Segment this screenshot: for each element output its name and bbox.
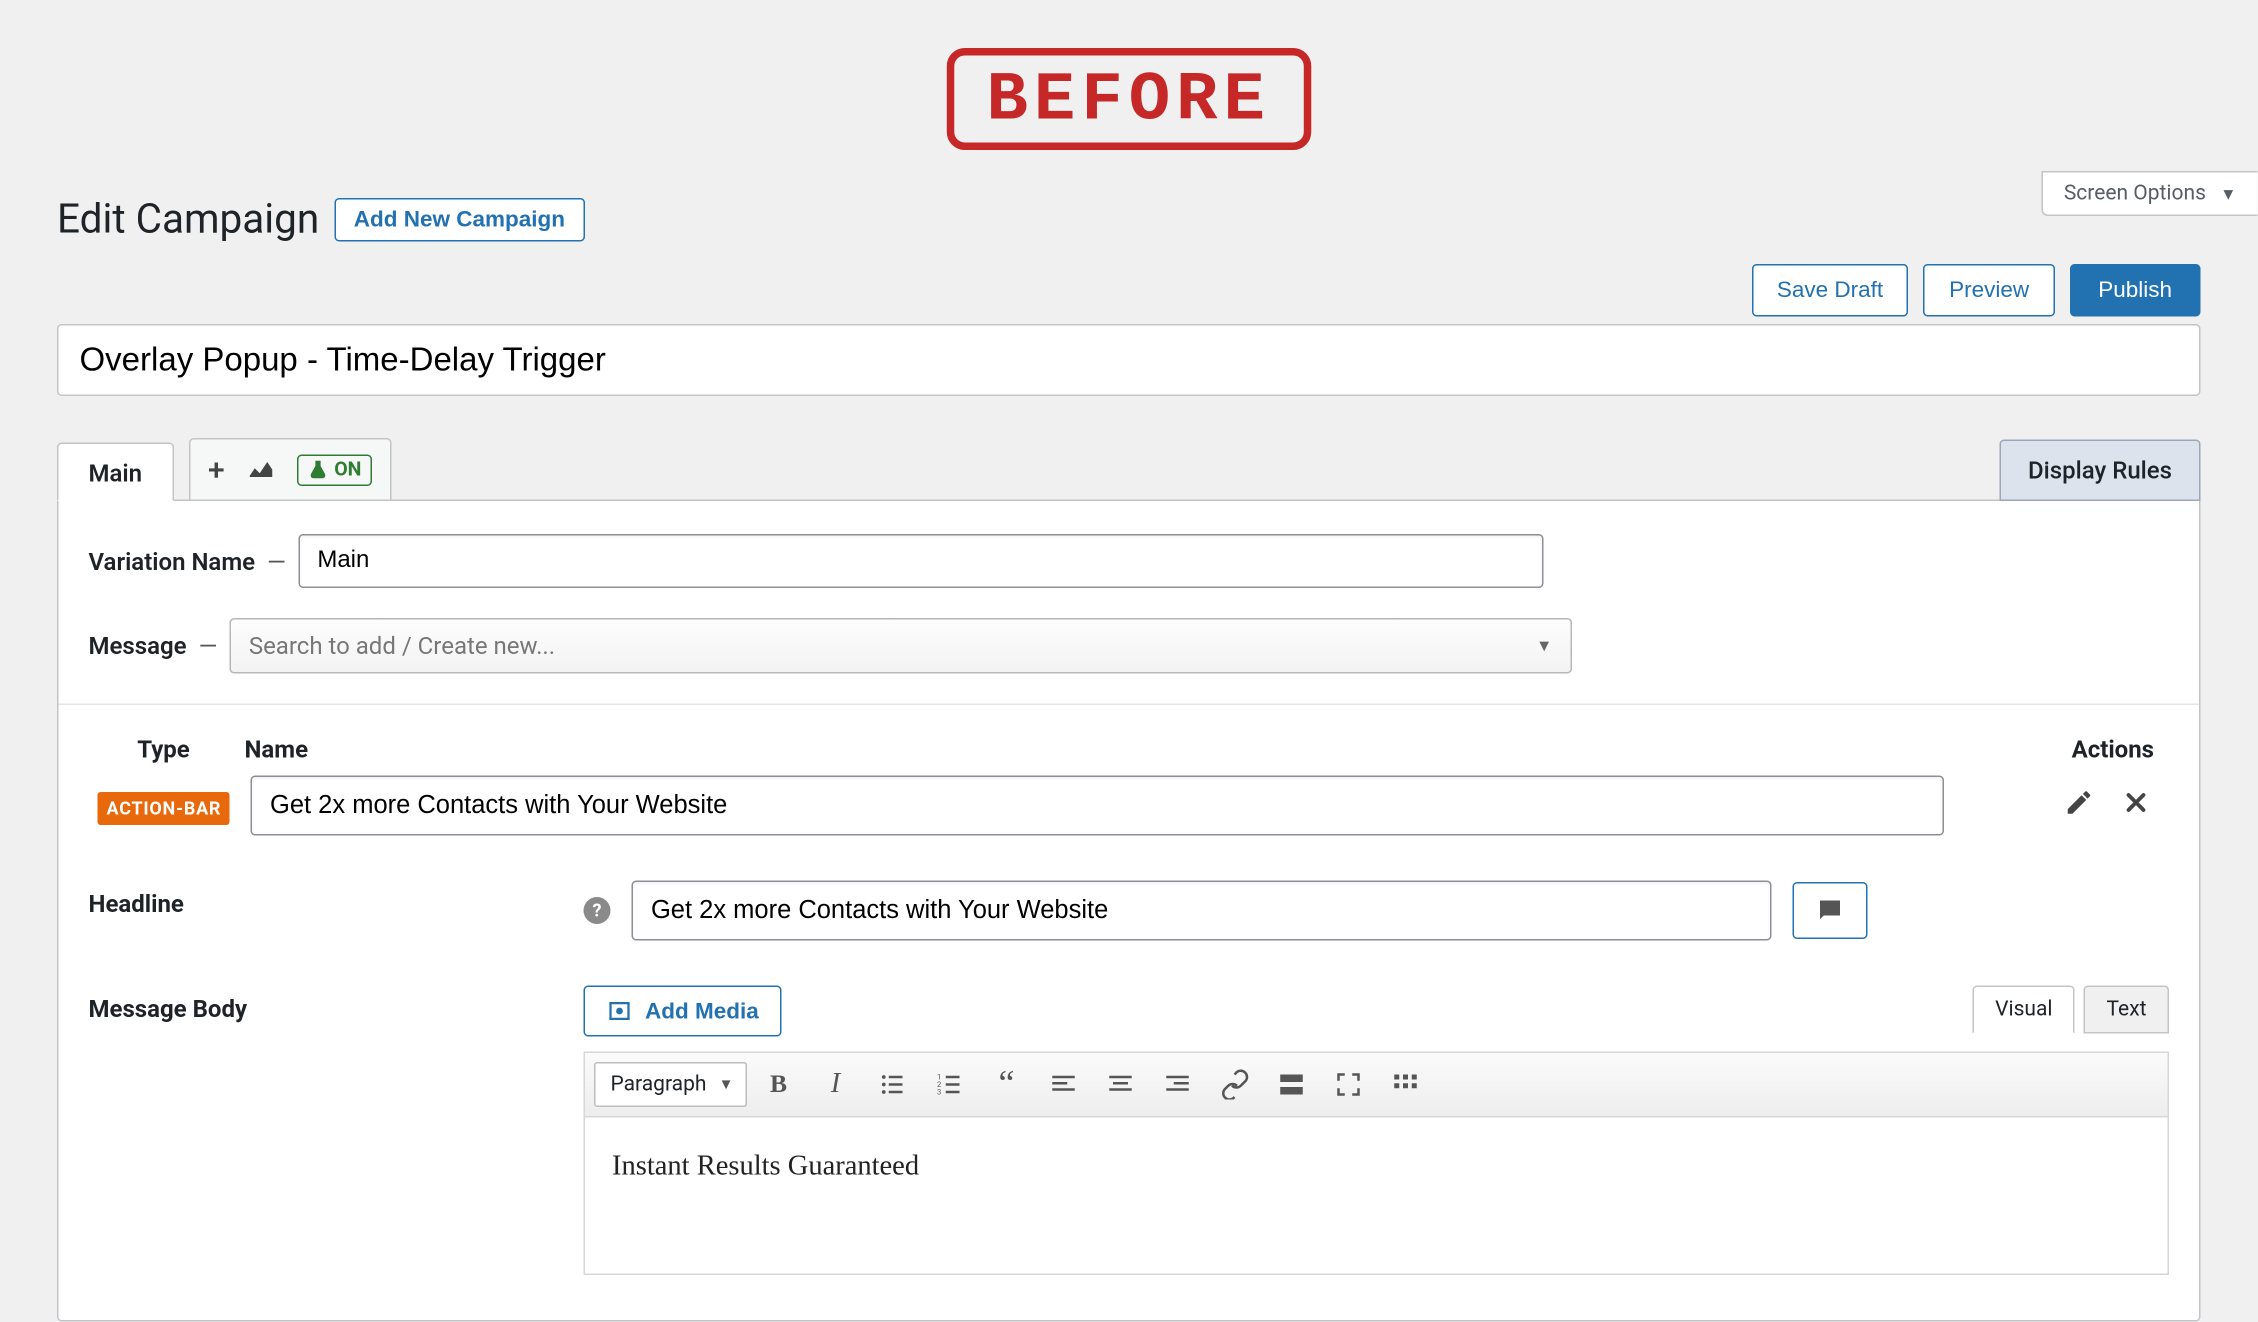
page-title: Edit Campaign	[57, 195, 319, 243]
table-row: ACTION-BAR	[89, 776, 2170, 836]
stats-icon	[246, 455, 276, 485]
campaign-title-input[interactable]	[57, 324, 2201, 396]
name-column-header: Name	[239, 735, 2005, 764]
save-draft-button[interactable]: Save Draft	[1751, 264, 1908, 317]
screen-options-toggle[interactable]: Screen Options ▼	[2041, 171, 2257, 216]
read-more-icon[interactable]	[1266, 1059, 1317, 1110]
tab-main[interactable]: Main	[57, 443, 174, 502]
add-media-button[interactable]: Add Media	[584, 986, 782, 1037]
type-badge: ACTION-BAR	[98, 791, 231, 824]
variation-name-input[interactable]	[298, 534, 1543, 588]
close-icon[interactable]	[2121, 787, 2151, 825]
help-icon[interactable]: ?	[584, 897, 611, 924]
divider	[59, 704, 2200, 706]
editor-tab-text[interactable]: Text	[2084, 986, 2169, 1034]
headline-input[interactable]	[631, 881, 1771, 941]
tab-display-rules[interactable]: Display Rules	[2000, 440, 2201, 502]
plus-icon: +	[208, 452, 225, 488]
chevron-down-icon: ▼	[1536, 636, 1552, 656]
bold-icon[interactable]: B	[753, 1059, 804, 1110]
ab-on-label: ON	[334, 458, 361, 481]
screen-options-label: Screen Options	[2064, 182, 2206, 206]
message-label: Message	[89, 632, 187, 661]
format-label: Paragraph	[611, 1073, 707, 1097]
chevron-down-icon: ▼	[2220, 185, 2236, 205]
align-left-icon[interactable]	[1038, 1059, 1089, 1110]
align-right-icon[interactable]	[1152, 1059, 1203, 1110]
message-placeholder: Search to add / Create new...	[249, 632, 555, 661]
actions-column-header: Actions	[2004, 735, 2169, 764]
chevron-down-icon: ▼	[719, 1077, 734, 1094]
numbered-list-icon[interactable]: 123	[924, 1059, 975, 1110]
kitchen-sink-icon[interactable]	[1380, 1059, 1431, 1110]
ab-test-toggle[interactable]: ON	[297, 454, 372, 486]
headline-label: Headline	[89, 881, 584, 941]
add-new-campaign-button[interactable]: Add New Campaign	[334, 197, 584, 241]
align-center-icon[interactable]	[1095, 1059, 1146, 1110]
link-icon[interactable]	[1209, 1059, 1260, 1110]
svg-text:3: 3	[937, 1088, 941, 1097]
row-name-input[interactable]	[251, 776, 1945, 836]
edit-icon[interactable]	[2064, 787, 2094, 825]
quote-icon[interactable]: “	[981, 1059, 1032, 1110]
format-select[interactable]: Paragraph ▼	[594, 1062, 747, 1107]
chat-icon[interactable]	[1792, 882, 1867, 939]
media-icon	[606, 998, 633, 1025]
variation-name-label: Variation Name	[89, 547, 256, 576]
type-column-header: Type	[89, 735, 239, 764]
flask-icon	[307, 459, 328, 480]
editor-content[interactable]: Instant Results Guaranteed	[584, 1118, 2170, 1276]
fullscreen-icon[interactable]	[1323, 1059, 1374, 1110]
message-body-label: Message Body	[89, 986, 584, 1276]
publish-button[interactable]: Publish	[2070, 264, 2201, 317]
preview-button[interactable]: Preview	[1924, 264, 2055, 317]
tab-variation-tools[interactable]: + ON	[189, 438, 392, 501]
add-media-label: Add Media	[645, 998, 759, 1024]
editor-tab-visual[interactable]: Visual	[1973, 986, 2075, 1034]
bullet-list-icon[interactable]	[867, 1059, 918, 1110]
editor-toolbar: Paragraph ▼ B I 123 “	[584, 1052, 2170, 1118]
message-select[interactable]: Search to add / Create new... ▼	[229, 618, 1572, 674]
italic-icon[interactable]: I	[810, 1059, 861, 1110]
